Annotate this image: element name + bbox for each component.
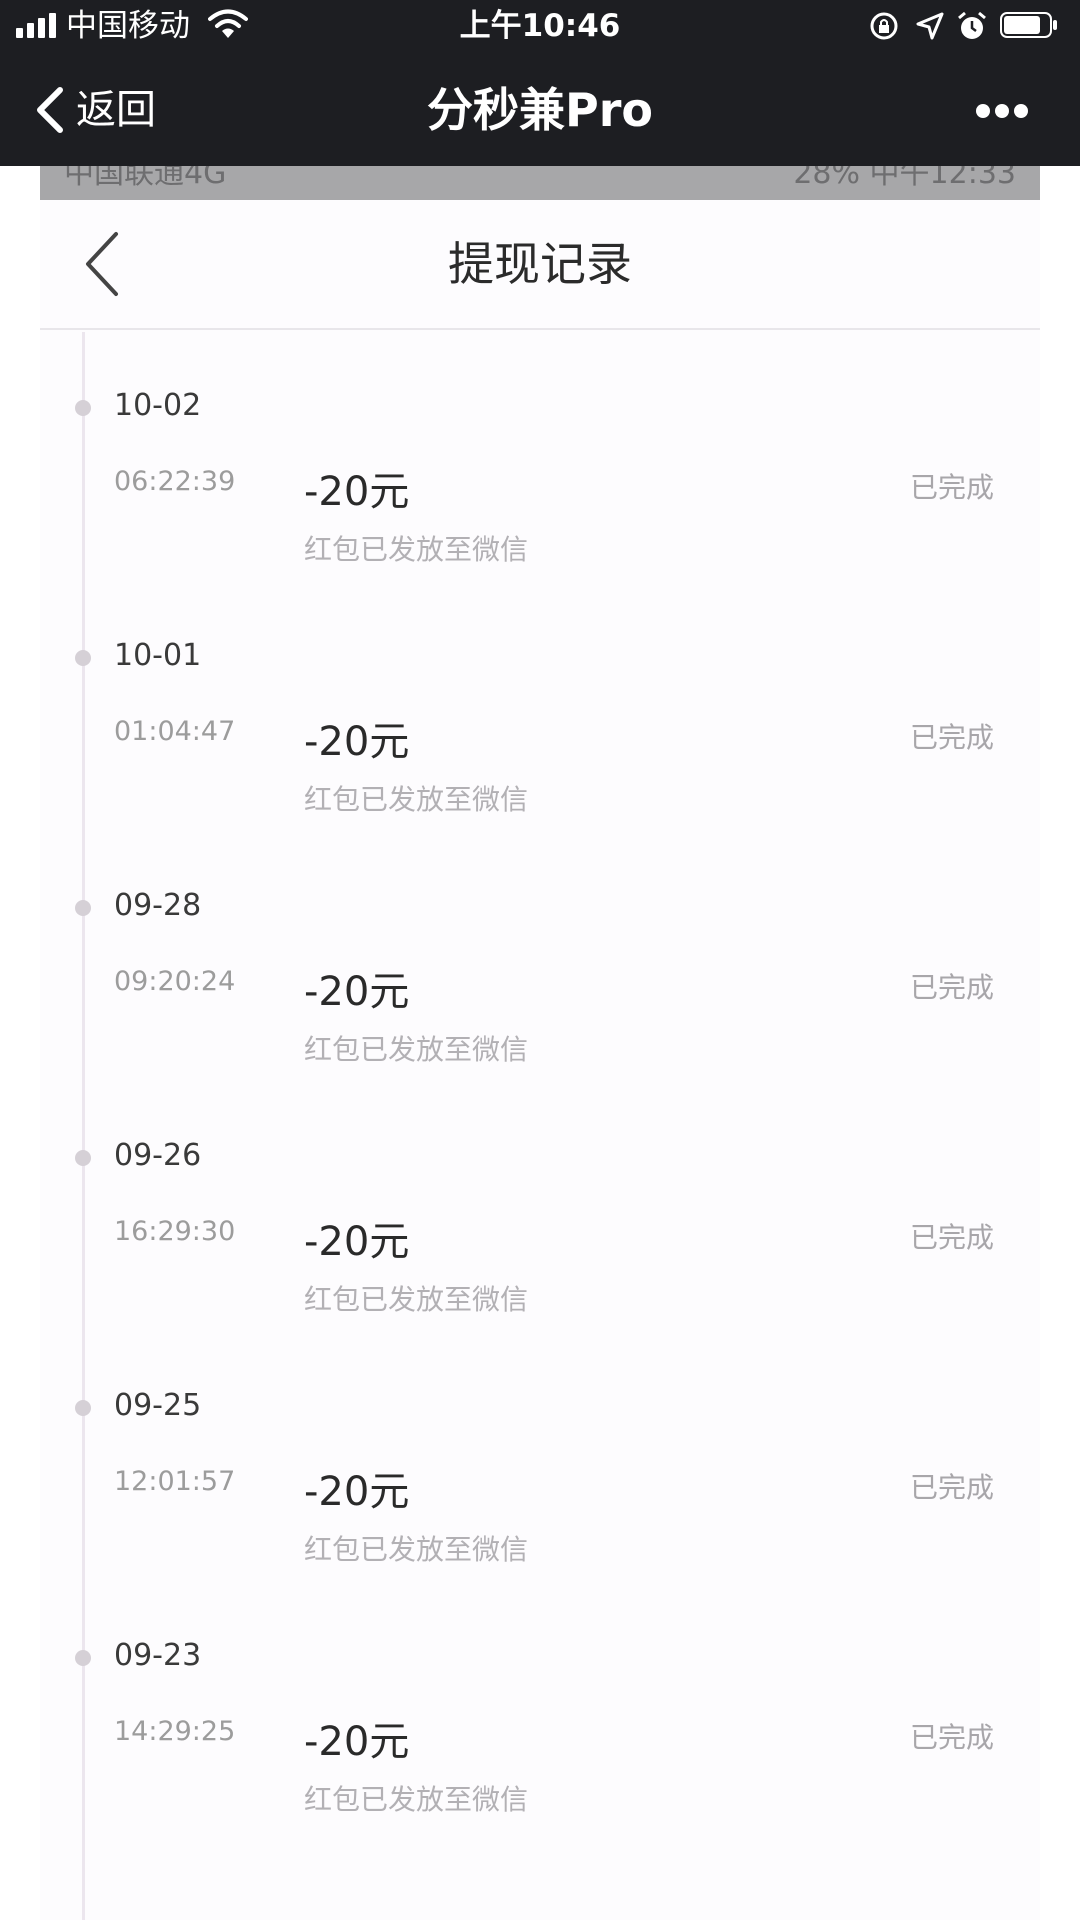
record-time: 14:29:25 <box>114 1716 236 1747</box>
page-title: 提现记录 <box>448 237 632 291</box>
record-date: 09-26 <box>114 1138 202 1173</box>
record-item: 09-25 12:01:57 -20元 红包已发放至微信 已完成 <box>40 1374 1040 1624</box>
record-description: 红包已发放至微信 <box>304 783 529 816</box>
record-date: 09-23 <box>114 1638 202 1673</box>
record-description: 红包已发放至微信 <box>304 1533 529 1566</box>
record-item: 09-28 09:20:24 -20元 红包已发放至微信 已完成 <box>40 874 1040 1124</box>
record-description: 红包已发放至微信 <box>304 1283 529 1316</box>
record-item: 09-23 14:29:25 -20元 红包已发放至微信 已完成 <box>40 1624 1040 1874</box>
record-status: 已完成 <box>910 471 995 504</box>
timeline-dot <box>75 400 91 416</box>
location-icon <box>916 12 944 40</box>
timeline-dot <box>75 900 91 916</box>
timeline-dot <box>75 1400 91 1416</box>
record-description: 红包已发放至微信 <box>304 533 529 566</box>
inner-header: 提现记录 <box>40 200 1040 330</box>
inner-status-right: 28% 中午12:33 <box>793 166 1016 191</box>
inner-status-bar: 中国联通4G 28% 中午12:33 <box>40 166 1040 200</box>
page: 中国移动 上午10:46 返回 分秒兼Pro 中国联通4G 28% 中午12:3… <box>0 0 1080 1920</box>
record-time: 09:20:24 <box>114 966 236 997</box>
record-time: 06:22:39 <box>114 466 236 497</box>
record-status: 已完成 <box>910 1221 995 1254</box>
record-date: 09-28 <box>114 888 202 923</box>
record-amount: -20元 <box>304 1469 410 1515</box>
record-amount: -20元 <box>304 719 410 765</box>
more-dot-icon <box>1014 104 1028 118</box>
top-bar: 中国移动 上午10:46 返回 分秒兼Pro <box>0 0 1080 166</box>
record-status: 已完成 <box>910 1471 995 1504</box>
record-date: 10-02 <box>114 388 202 423</box>
inner-carrier: 中国联通4G <box>64 166 227 191</box>
record-amount: -20元 <box>304 969 410 1015</box>
record-time: 01:04:47 <box>114 716 236 747</box>
status-bar: 中国移动 上午10:46 <box>0 0 1080 54</box>
rotation-lock-icon <box>870 12 898 40</box>
record-time: 12:01:57 <box>114 1466 236 1497</box>
record-date: 10-01 <box>114 638 202 673</box>
record-status: 已完成 <box>910 721 995 754</box>
record-item: 10-01 01:04:47 -20元 红包已发放至微信 已完成 <box>40 624 1040 874</box>
record-status: 已完成 <box>910 971 995 1004</box>
record-time: 16:29:30 <box>114 1216 236 1247</box>
battery-icon <box>1000 12 1057 38</box>
nav-bar: 返回 分秒兼Pro <box>0 54 1080 166</box>
more-dot-icon <box>995 104 1009 118</box>
record-item: 09-26 16:29:30 -20元 红包已发放至微信 已完成 <box>40 1124 1040 1374</box>
record-amount: -20元 <box>304 1719 410 1765</box>
record-amount: -20元 <box>304 1219 410 1265</box>
timeline-dot <box>75 650 91 666</box>
record-description: 红包已发放至微信 <box>304 1033 529 1066</box>
alarm-icon <box>958 11 986 39</box>
more-menu-button[interactable] <box>972 94 1032 126</box>
timeline-dot <box>75 1650 91 1666</box>
record-status: 已完成 <box>910 1721 995 1754</box>
record-description: 红包已发放至微信 <box>304 1783 529 1816</box>
record-amount: -20元 <box>304 469 410 515</box>
record-date: 09-25 <box>114 1388 202 1423</box>
nav-title: 分秒兼Pro <box>426 83 653 137</box>
embedded-screenshot: 中国联通4G 28% 中午12:33 提现记录 10-02 06:22:39 -… <box>40 166 1040 1920</box>
more-dot-icon <box>976 104 990 118</box>
record-item: 10-02 06:22:39 -20元 红包已发放至微信 已完成 <box>40 374 1040 624</box>
timeline-dot <box>75 1150 91 1166</box>
